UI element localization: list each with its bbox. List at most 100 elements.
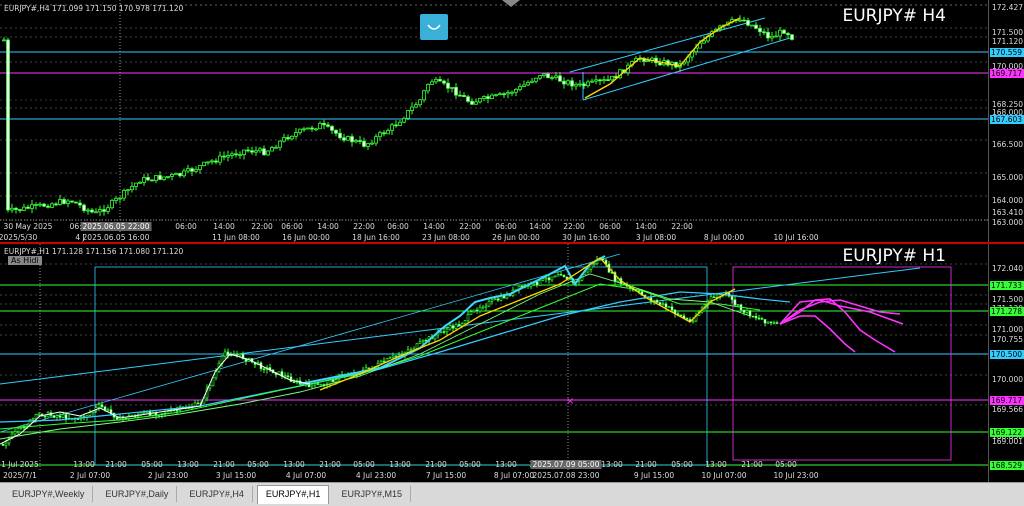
time-tick: 11 Jun 08:00 bbox=[212, 233, 260, 242]
candle bbox=[757, 317, 761, 320]
time-tick: 05:00 bbox=[247, 460, 269, 469]
candle bbox=[658, 302, 662, 305]
candle bbox=[762, 31, 766, 34]
channel-line bbox=[582, 37, 791, 101]
price-tick: 171.120 bbox=[991, 37, 1023, 46]
price-level-tag: 169.122 bbox=[990, 428, 1024, 437]
candle bbox=[126, 189, 130, 192]
candle bbox=[414, 104, 418, 108]
candle bbox=[418, 341, 422, 344]
time-tick: 14:00 bbox=[423, 222, 445, 231]
candle bbox=[733, 299, 737, 306]
h1-time-axis[interactable]: 1 Jul 2025 13:00 21:00 05:00 13:00 21:00 05:00… bbox=[0, 460, 988, 482]
time-tick: 2025.07.08 23:00 bbox=[532, 471, 600, 480]
candle bbox=[782, 29, 786, 34]
time-tick: 3 Jul 08:00 bbox=[635, 233, 677, 242]
h4-plot-area[interactable]: EURJPY#,H4 171.099 171.150 170.978 171.1… bbox=[0, 0, 988, 232]
forecast-line bbox=[779, 298, 896, 353]
h4-price-axis[interactable]: 172.427 171.500 171.120 170.000 168.250 168.0… bbox=[988, 0, 1024, 244]
candle bbox=[556, 274, 560, 277]
candle bbox=[510, 91, 514, 94]
candle bbox=[250, 150, 254, 153]
smile-icon[interactable] bbox=[420, 14, 448, 40]
time-tick: 22:00 bbox=[251, 222, 273, 231]
candle bbox=[94, 211, 98, 214]
candle bbox=[235, 354, 239, 356]
collapse-arrow-icon[interactable] bbox=[502, 0, 520, 7]
candle bbox=[278, 140, 282, 148]
candle bbox=[13, 431, 17, 435]
candle bbox=[750, 24, 754, 27]
time-tick: 2025/5/30 bbox=[0, 233, 38, 242]
time-tick: 10 Jul 16:00 bbox=[773, 233, 819, 242]
candle bbox=[154, 175, 158, 181]
candle bbox=[406, 110, 410, 119]
candle bbox=[442, 80, 446, 84]
candle bbox=[566, 80, 570, 85]
tab-h4[interactable]: EURJPY#,H4 bbox=[181, 486, 253, 502]
h1-price-axis[interactable]: 172.040171.500171.120171.000170.755170.0… bbox=[988, 244, 1024, 482]
candle bbox=[470, 100, 474, 105]
candle bbox=[182, 170, 186, 177]
candle bbox=[58, 199, 62, 205]
candle bbox=[342, 137, 346, 141]
candle bbox=[46, 205, 50, 208]
candle bbox=[445, 328, 449, 333]
candle bbox=[30, 204, 34, 209]
time-tick: 05:00 bbox=[775, 460, 797, 469]
candle bbox=[190, 168, 194, 172]
indicator-label: As Hidi bbox=[8, 256, 42, 265]
candle bbox=[16, 427, 20, 432]
candle bbox=[430, 81, 434, 85]
candle bbox=[146, 177, 150, 181]
price-tick: 163.410 bbox=[991, 208, 1023, 217]
h1-plot-area[interactable]: × EURJPY#,H1 171.128 171.156 171.080 171… bbox=[0, 244, 988, 470]
candle bbox=[418, 99, 422, 106]
candle bbox=[754, 24, 758, 29]
candle bbox=[266, 150, 270, 156]
candle bbox=[772, 322, 776, 324]
candle bbox=[478, 306, 482, 312]
candle bbox=[18, 209, 22, 211]
chart-pane-h1[interactable]: × EURJPY#,H1 171.128 171.156 171.080 171… bbox=[0, 244, 1024, 482]
candle bbox=[246, 149, 250, 152]
time-tick: 9 Jul 15:00 bbox=[633, 471, 675, 480]
candle bbox=[64, 414, 68, 420]
candle bbox=[196, 402, 200, 405]
candle bbox=[592, 263, 596, 266]
tab-daily[interactable]: EURJPY#,Daily bbox=[97, 486, 178, 502]
candle bbox=[490, 94, 494, 99]
candle bbox=[766, 31, 770, 39]
candle bbox=[558, 75, 562, 82]
candle bbox=[78, 202, 82, 206]
candle bbox=[469, 311, 473, 315]
candle bbox=[1, 443, 5, 446]
candle bbox=[559, 274, 563, 276]
crosshair-time: 2025.07.09 05:00 bbox=[530, 460, 602, 469]
candle bbox=[474, 101, 478, 105]
candle bbox=[174, 172, 178, 175]
candle bbox=[14, 207, 18, 210]
candle bbox=[530, 80, 534, 83]
tab-m15[interactable]: EURJPY#,M15 bbox=[333, 486, 411, 502]
time-tick: 13:00 bbox=[73, 460, 95, 469]
candle bbox=[606, 79, 610, 82]
candle bbox=[736, 304, 740, 306]
time-tick: 14:00 bbox=[635, 222, 657, 231]
candle bbox=[598, 79, 602, 82]
candle bbox=[386, 129, 390, 135]
candle bbox=[354, 140, 358, 143]
price-tick: 172.040 bbox=[991, 264, 1023, 273]
candle bbox=[458, 94, 462, 97]
tab-weekly[interactable]: EURJPY#,Weekly bbox=[4, 486, 94, 502]
time-tick: 22:00 bbox=[353, 222, 375, 231]
candle bbox=[758, 28, 762, 33]
time-tick: 13:00 bbox=[389, 460, 411, 469]
candle bbox=[286, 375, 290, 378]
candle bbox=[382, 360, 386, 363]
candle bbox=[442, 331, 446, 333]
tab-h1[interactable]: EURJPY#,H1 bbox=[256, 485, 330, 504]
candle bbox=[42, 203, 46, 207]
candle bbox=[382, 132, 386, 135]
chart-pane-h4[interactable]: EURJPY#,H4 171.099 171.150 170.978 171.1… bbox=[0, 0, 1024, 244]
